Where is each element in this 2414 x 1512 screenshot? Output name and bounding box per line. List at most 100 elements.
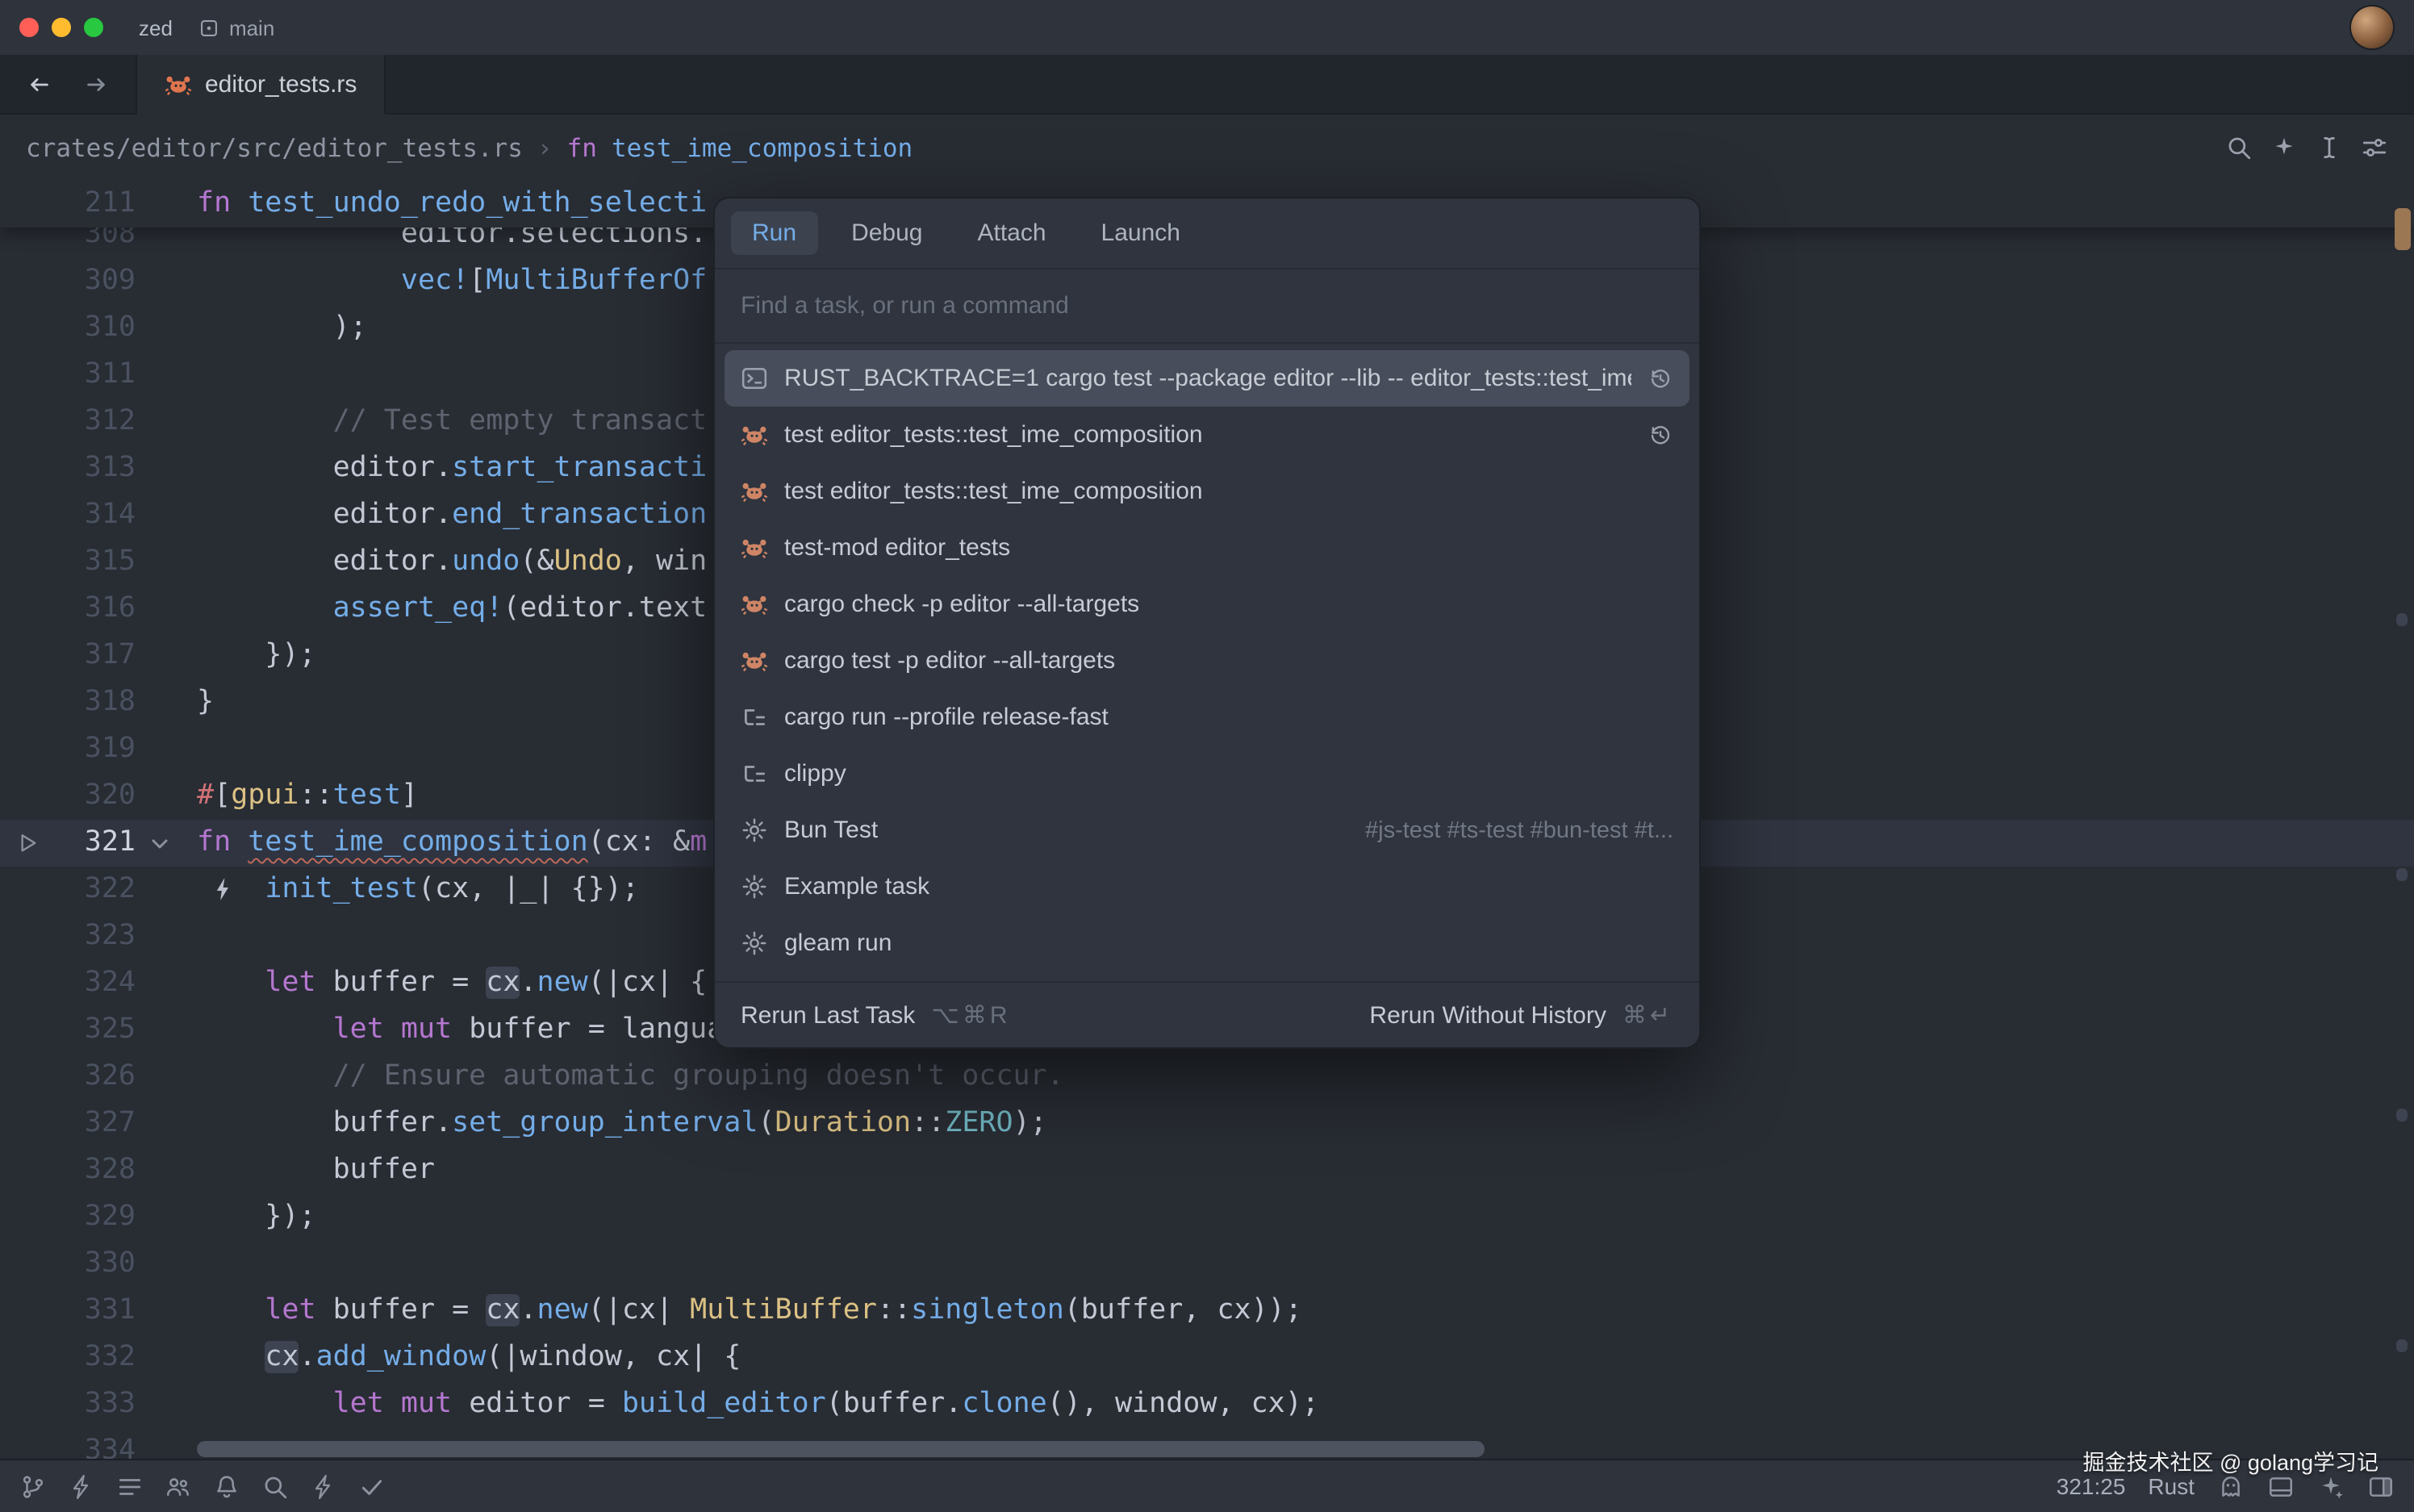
- zap-icon[interactable]: [68, 1472, 95, 1500]
- line-number: 333: [0, 1381, 136, 1428]
- tree-icon: [741, 704, 768, 731]
- tab-label: editor_tests.rs: [205, 70, 357, 98]
- code-line[interactable]: 327 buffer.set_group_interval(Duration::…: [0, 1101, 2414, 1147]
- line-number: 325: [0, 1007, 136, 1054]
- right-dock-icon[interactable]: [2367, 1472, 2395, 1500]
- task-item[interactable]: gleam run: [725, 915, 1689, 971]
- code-text: );: [197, 305, 367, 352]
- code-text: init_test(cx, |_| {});: [197, 867, 639, 913]
- code-text: #[gpui::test]: [197, 773, 418, 820]
- tab-run[interactable]: Run: [731, 211, 817, 255]
- code-text: });: [197, 633, 316, 679]
- editor-controls-icon[interactable]: [2361, 134, 2388, 161]
- assistant-sparkle-icon[interactable]: [2317, 1472, 2345, 1500]
- task-label: cargo check -p editor --all-targets: [784, 591, 1673, 618]
- history-icon: [1648, 365, 1673, 391]
- code-line[interactable]: 333 let mut editor = build_editor(buffer…: [0, 1381, 2414, 1428]
- code-text: });: [197, 1194, 316, 1241]
- code-text: cx.add_window(|window, cx| {: [197, 1334, 741, 1381]
- task-item[interactable]: test-mod editor_tests: [725, 520, 1689, 576]
- code-text: let buffer = cx.new(|cx| {: [197, 960, 707, 1007]
- close-window-button[interactable]: [19, 18, 39, 37]
- text-cursor-icon[interactable]: [2316, 134, 2343, 161]
- editor-toolbar: [2225, 134, 2388, 161]
- line-number: 317: [0, 633, 136, 679]
- code-line[interactable]: 329 });: [0, 1194, 2414, 1241]
- tab-attach[interactable]: Attach: [956, 211, 1067, 255]
- rerun-without-history-button[interactable]: Rerun Without History: [1369, 1001, 1606, 1029]
- task-item[interactable]: cargo test -p editor --all-targets: [725, 633, 1689, 689]
- status-bar: 321:25 Rust: [0, 1459, 2414, 1512]
- collab-panel-icon[interactable]: [165, 1472, 192, 1500]
- ai-assistant-icon[interactable]: [2217, 1472, 2245, 1500]
- outline-panel-icon[interactable]: [116, 1472, 144, 1500]
- terminal-icon: [741, 365, 768, 392]
- crab-icon: [741, 534, 768, 562]
- line-number: 310: [0, 305, 136, 352]
- task-item[interactable]: cargo run --profile release-fast: [725, 689, 1689, 746]
- scrollbar-marker[interactable]: [2395, 208, 2411, 250]
- notifications-icon[interactable]: [213, 1472, 240, 1500]
- source-control-icon[interactable]: [19, 1472, 47, 1500]
- terminal-panel-icon[interactable]: [2267, 1472, 2295, 1500]
- run-test-icon[interactable]: [19, 833, 37, 854]
- diagnostics-check-icon[interactable]: [358, 1472, 386, 1500]
- task-item[interactable]: Example task: [725, 858, 1689, 915]
- line-number: 319: [0, 726, 136, 773]
- crab-icon: [741, 478, 768, 505]
- horizontal-scrollbar[interactable]: [197, 1441, 1485, 1457]
- code-text: }: [197, 679, 214, 726]
- back-icon[interactable]: [27, 72, 52, 96]
- tab-bar: editor_tests.rs: [0, 55, 2414, 115]
- breadcrumb[interactable]: crates/editor/src/editor_tests.rs›fntest…: [26, 133, 913, 162]
- quick-action-icon[interactable]: [310, 1472, 337, 1500]
- branch-selector[interactable]: main: [198, 15, 274, 40]
- code-line[interactable]: 328 buffer: [0, 1147, 2414, 1194]
- task-search-input[interactable]: Find a task, or run a command: [715, 269, 1699, 344]
- task-label: cargo run --profile release-fast: [784, 704, 1673, 731]
- zoom-window-button[interactable]: [84, 18, 103, 37]
- palette-tabs: Run Debug Attach Launch: [715, 198, 1699, 269]
- task-item[interactable]: clippy: [725, 746, 1689, 802]
- line-number: 211: [0, 181, 136, 228]
- line-number: 332: [0, 1334, 136, 1381]
- code-line[interactable]: 331 let buffer = cx.new(|cx| MultiBuffer…: [0, 1288, 2414, 1334]
- task-item[interactable]: test editor_tests::test_ime_composition: [725, 407, 1689, 463]
- language-selector[interactable]: Rust: [2148, 1473, 2195, 1499]
- code-text: vec![MultiBufferOf: [197, 258, 707, 305]
- line-number: 334: [0, 1428, 136, 1460]
- search-icon[interactable]: [2225, 134, 2253, 161]
- task-item[interactable]: test editor_tests::test_ime_composition: [725, 463, 1689, 520]
- search-icon[interactable]: [261, 1472, 289, 1500]
- line-number: 312: [0, 399, 136, 445]
- code-line[interactable]: 326 // Ensure automatic grouping doesn't…: [0, 1054, 2414, 1101]
- avatar[interactable]: [2351, 6, 2393, 48]
- breadcrumb-symbol-keyword: fn: [567, 133, 597, 162]
- fold-chevron-icon[interactable]: [150, 837, 169, 850]
- forward-icon[interactable]: [84, 72, 108, 96]
- scrollbar-marker: [2396, 1109, 2408, 1121]
- cursor-position[interactable]: 321:25: [2057, 1473, 2126, 1499]
- line-number: 320: [0, 773, 136, 820]
- line-number: 328: [0, 1147, 136, 1194]
- code-text: // Test empty transact: [197, 399, 707, 445]
- line-number: 326: [0, 1054, 136, 1101]
- line-number: 318: [0, 679, 136, 726]
- tab-launch[interactable]: Launch: [1080, 211, 1201, 255]
- code-text: fn test_undo_redo_with_selecti: [197, 181, 707, 228]
- task-item[interactable]: RUST_BACKTRACE=1 cargo test --package ed…: [725, 350, 1689, 407]
- task-item[interactable]: cargo check -p editor --all-targets: [725, 576, 1689, 633]
- code-line[interactable]: 332 cx.add_window(|window, cx| {: [0, 1334, 2414, 1381]
- line-number: 331: [0, 1288, 136, 1334]
- task-item[interactable]: Bun Test#js-test #ts-test #bun-test #t..…: [725, 802, 1689, 858]
- line-number: 315: [0, 539, 136, 586]
- code-text: // Ensure automatic grouping doesn't occ…: [197, 1054, 1064, 1101]
- magic-wand-icon[interactable]: [2270, 134, 2298, 161]
- task-label: Bun Test: [784, 817, 1349, 844]
- minimize-window-button[interactable]: [52, 18, 71, 37]
- scrollbar-marker: [2396, 613, 2408, 626]
- tab-editor-tests[interactable]: editor_tests.rs: [137, 55, 386, 115]
- tab-debug[interactable]: Debug: [830, 211, 943, 255]
- code-line[interactable]: 330: [0, 1241, 2414, 1288]
- rerun-last-task-button[interactable]: Rerun Last Task: [741, 1001, 915, 1029]
